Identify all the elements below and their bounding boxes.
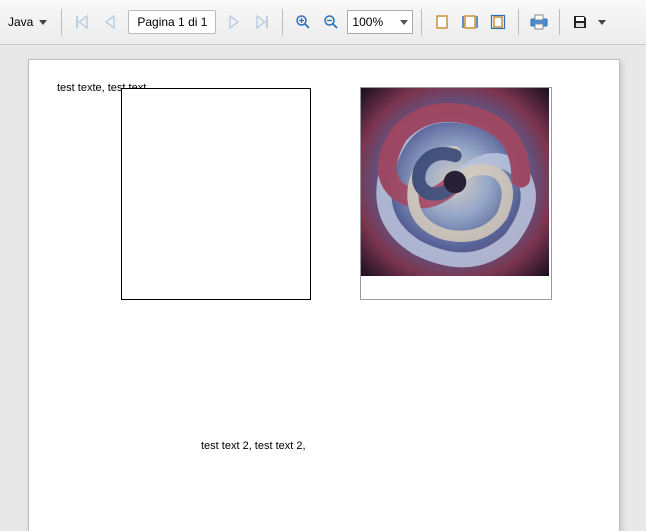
swirl-image — [361, 88, 549, 276]
zoom-value: 100% — [352, 15, 383, 29]
toolbar: Java Pagina 1 di 1 — [0, 0, 646, 45]
zoom-in-button[interactable] — [291, 10, 315, 34]
document-viewport: test texte, test text — [0, 45, 646, 531]
prev-page-icon — [102, 14, 118, 30]
print-icon — [530, 14, 548, 30]
zoom-select[interactable]: 100% — [347, 10, 413, 34]
sample-text-2: test text 2, test text 2, — [201, 440, 306, 452]
save-icon — [572, 14, 588, 30]
last-page-icon — [254, 14, 270, 30]
toolbar-separator — [282, 9, 283, 35]
page-actual-icon — [434, 14, 450, 30]
last-page-button[interactable] — [250, 10, 274, 34]
toolbar-separator — [559, 9, 560, 35]
document-page: test texte, test text — [28, 59, 620, 531]
first-page-icon — [74, 14, 90, 30]
print-button[interactable] — [527, 10, 551, 34]
zoom-out-button[interactable] — [319, 10, 343, 34]
image-box-right — [360, 87, 552, 300]
prev-page-button[interactable] — [98, 10, 122, 34]
zoom-in-icon — [295, 14, 311, 30]
save-button[interactable] — [568, 10, 592, 34]
fit-width-button[interactable] — [458, 10, 482, 34]
toolbar-separator — [518, 9, 519, 35]
save-menu-button[interactable] — [596, 20, 608, 25]
chevron-down-icon — [400, 20, 408, 25]
placeholder-box-left — [121, 88, 311, 300]
fit-actual-button[interactable] — [430, 10, 454, 34]
zoom-out-icon — [323, 14, 339, 30]
next-page-icon — [226, 14, 242, 30]
format-select[interactable]: Java — [6, 11, 49, 33]
toolbar-separator — [421, 9, 422, 35]
page-indicator: Pagina 1 di 1 — [128, 10, 216, 34]
page-width-icon — [462, 14, 478, 30]
next-page-button[interactable] — [222, 10, 246, 34]
dropdown-caret-icon — [598, 20, 606, 25]
toolbar-separator — [61, 9, 62, 35]
fit-page-button[interactable] — [486, 10, 510, 34]
dropdown-caret-icon — [39, 20, 47, 25]
format-select-label: Java — [8, 15, 33, 29]
first-page-button[interactable] — [70, 10, 94, 34]
page-fit-icon — [490, 14, 506, 30]
